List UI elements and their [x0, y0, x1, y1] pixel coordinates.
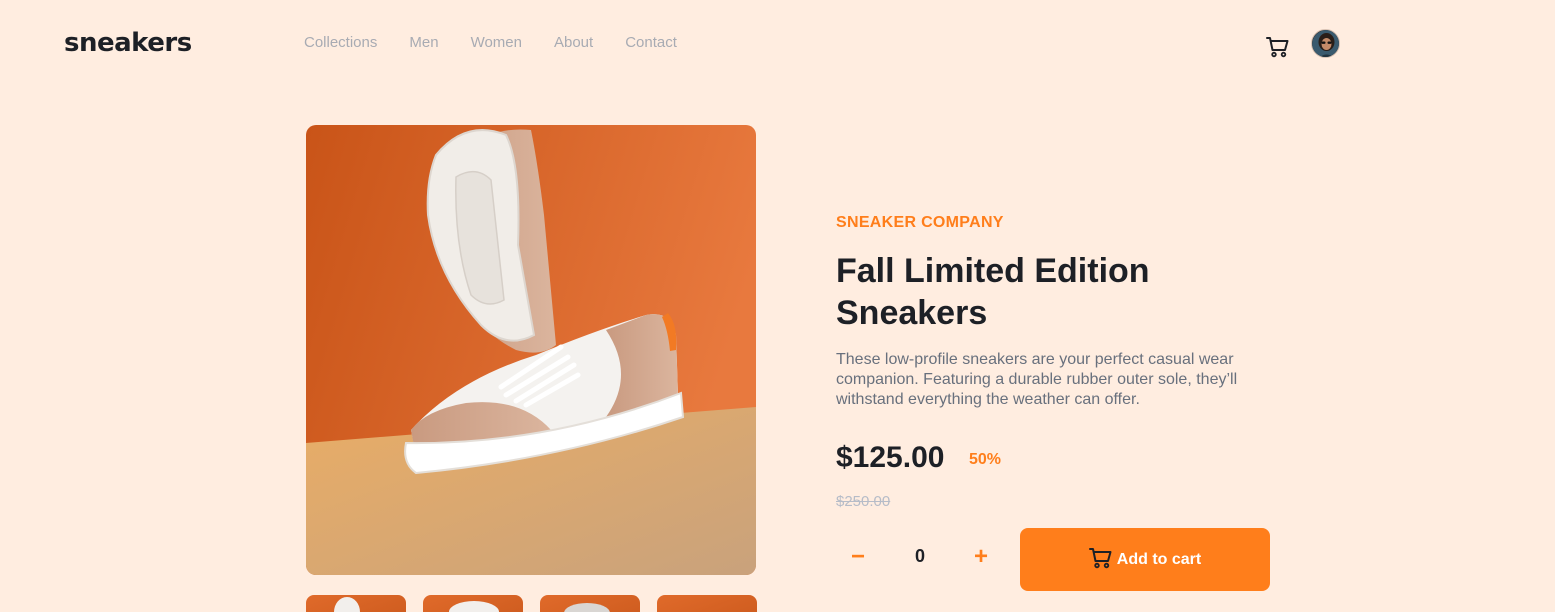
nav-men[interactable]: Men	[409, 34, 438, 51]
cart-icon	[1088, 547, 1113, 572]
thumbnail-4[interactable]	[657, 595, 757, 612]
discount-badge: 50%	[969, 451, 1002, 468]
thumbnail-1[interactable]	[306, 595, 406, 612]
logo[interactable]: sneakers	[64, 28, 192, 58]
add-to-cart-label: Add to cart	[1116, 550, 1202, 568]
product-description: These low-profile sneakers are your perf…	[836, 351, 1238, 408]
main-nav: Collections Men Women About Contact	[304, 34, 709, 51]
nav-women[interactable]: Women	[471, 34, 522, 51]
original-price: $250.00	[836, 493, 891, 510]
nav-about[interactable]: About	[554, 34, 593, 51]
nav-collections[interactable]: Collections	[304, 34, 377, 51]
current-price: $125.00	[836, 441, 945, 474]
product-title: Fall Limited Edition Sneakers	[836, 252, 1150, 332]
company-label: SNEAKER COMPANY	[836, 214, 1004, 231]
quantity-value: 0	[914, 546, 925, 566]
thumbnail-2[interactable]	[423, 595, 523, 612]
product-main-image[interactable]	[306, 125, 756, 575]
thumbnail-strip	[306, 595, 757, 612]
thumbnail-3[interactable]	[540, 595, 640, 612]
add-to-cart-button[interactable]: Add to cart	[1020, 528, 1270, 591]
avatar[interactable]	[1311, 29, 1340, 58]
quantity-decrease-button[interactable]: −	[843, 540, 873, 574]
quantity-increase-button[interactable]: +	[966, 540, 996, 574]
nav-contact[interactable]: Contact	[625, 34, 677, 51]
cart-icon[interactable]	[1266, 36, 1290, 58]
